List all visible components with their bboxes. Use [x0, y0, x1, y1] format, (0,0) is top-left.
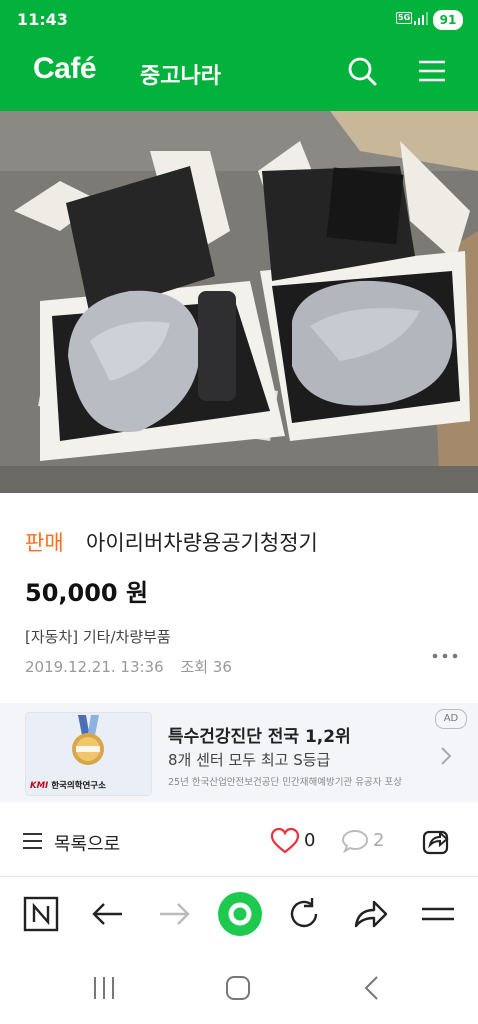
ad-banner[interactable]: KMI 한국의학연구소 특수건강진단 전국 1,2위 8개 센터 모두 최고 S… [0, 703, 478, 802]
ad-logo-text: KMI 한국의학연구소 [30, 781, 106, 791]
ad-tag: AD [435, 709, 467, 729]
naver-home-icon[interactable] [21, 894, 61, 934]
signal-icon [414, 12, 428, 25]
list-button[interactable]: 목록으로 [22, 827, 120, 855]
cafe-logo[interactable]: Café [33, 52, 97, 86]
home-icon[interactable] [221, 973, 255, 1003]
ad-title[interactable]: 특수건강진단 전국 1,2위 [168, 722, 351, 747]
share-arrow-icon[interactable] [350, 894, 390, 934]
ad-image: KMI 한국의학연구소 [25, 712, 152, 796]
system-navigation-bar [0, 951, 478, 1024]
back-arrow-icon[interactable] [88, 894, 128, 934]
chevron-right-icon[interactable] [439, 745, 453, 767]
more-dots-icon[interactable] [432, 651, 458, 661]
post-actions: 목록으로 0 2 [0, 813, 478, 869]
forward-arrow-icon[interactable] [154, 894, 194, 934]
heart-icon [270, 827, 300, 854]
search-icon[interactable] [346, 55, 378, 87]
green-dot-icon[interactable] [217, 891, 263, 937]
product-photo[interactable] [0, 111, 478, 493]
comment-count: 2 [373, 830, 385, 851]
like-button[interactable]: 0 [270, 827, 318, 855]
ad-small-text: 25년 한국산업안전보건공단 민간재해예방기관 유공자 포상 [168, 777, 402, 788]
status-bar: 11:43 5G 91 [0, 0, 478, 40]
app-header: 11:43 5G 91 Café 중고나라 [0, 0, 478, 111]
comment-button[interactable]: 2 [341, 827, 389, 855]
post-price: 50,000 원 [25, 579, 149, 607]
comment-icon [341, 829, 369, 854]
list-icon [23, 833, 42, 849]
refresh-icon[interactable] [284, 894, 324, 934]
list-button-label: 목록으로 [54, 834, 121, 855]
like-count: 0 [304, 830, 316, 851]
back-icon[interactable] [355, 973, 389, 1003]
menu-icon[interactable] [418, 894, 458, 934]
sale-badge: 판매 [25, 531, 64, 555]
recent-apps-icon[interactable] [87, 973, 121, 1003]
product-photo-illustration [0, 111, 478, 493]
share-icon[interactable] [421, 826, 451, 856]
post-title: 아이리버차량용공기청정기 [86, 531, 318, 555]
post-category[interactable]: [자동차] 기타/차량부품 [25, 626, 171, 647]
ad-subtitle[interactable]: 8개 센터 모두 최고 S등급 [168, 749, 330, 770]
cafe-name[interactable]: 중고나라 [140, 58, 221, 90]
status-time: 11:43 [17, 10, 68, 29]
post-date: 2019.12.21. 13:36 [25, 658, 164, 676]
post-meta: 2019.12.21. 13:36 조회 36 [25, 656, 232, 677]
post-views: 조회 36 [180, 658, 232, 676]
hamburger-menu-icon[interactable] [416, 55, 448, 87]
battery-indicator: 91 [433, 10, 463, 30]
browser-toolbar [0, 877, 478, 951]
network-type-badge: 5G [396, 12, 413, 24]
